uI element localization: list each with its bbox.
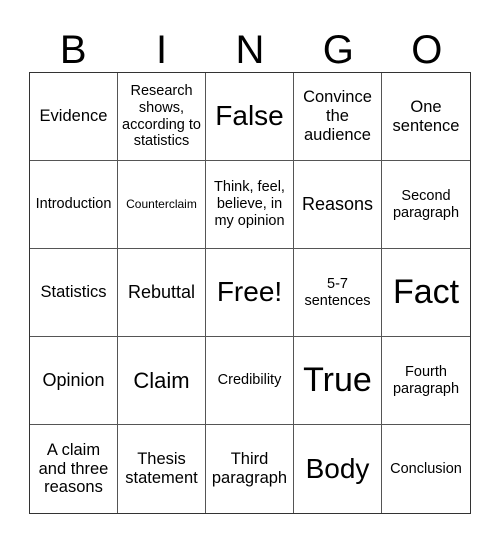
bingo-cell[interactable]: Free!: [206, 249, 294, 337]
bingo-cell[interactable]: Body: [294, 425, 382, 513]
bingo-cell[interactable]: Conclusion: [382, 425, 470, 513]
bingo-cell[interactable]: Opinion: [30, 337, 118, 425]
bingo-cell[interactable]: Claim: [118, 337, 206, 425]
bingo-grid: Evidence Research shows, according to sta…: [29, 72, 471, 514]
bingo-cell[interactable]: Counterclaim: [118, 161, 206, 249]
bingo-cell[interactable]: Thesis statement: [118, 425, 206, 513]
bingo-cell[interactable]: Statistics: [30, 249, 118, 337]
bingo-cell[interactable]: Credibility: [206, 337, 294, 425]
bingo-cell[interactable]: Fourth paragraph: [382, 337, 470, 425]
bingo-cell[interactable]: Reasons: [294, 161, 382, 249]
bingo-cell[interactable]: Research shows, according to statistics: [118, 73, 206, 161]
bingo-cell[interactable]: 5-7 sentences: [294, 249, 382, 337]
bingo-cell[interactable]: Rebuttal: [118, 249, 206, 337]
bingo-cell[interactable]: Introduction: [30, 161, 118, 249]
bingo-cell[interactable]: One sentence: [382, 73, 470, 161]
header-letter-i: I: [156, 28, 168, 72]
bingo-cell[interactable]: Convince the audience: [294, 73, 382, 161]
header-letter-o: O: [411, 28, 443, 72]
bingo-cell[interactable]: Think, feel, believe, in my opinion: [206, 161, 294, 249]
header-letter-n: N: [235, 28, 265, 72]
bingo-cell[interactable]: Third paragraph: [206, 425, 294, 513]
bingo-cell[interactable]: Second paragraph: [382, 161, 470, 249]
bingo-cell[interactable]: True: [294, 337, 382, 425]
header-letter-b: B: [59, 28, 87, 72]
bingo-cell[interactable]: False: [206, 73, 294, 161]
bingo-cell[interactable]: Fact: [382, 249, 470, 337]
bingo-cell[interactable]: Evidence: [30, 73, 118, 161]
bingo-cell[interactable]: A claim and three reasons: [30, 425, 118, 513]
bingo-header: B I N G O: [29, 26, 471, 74]
header-letter-g: G: [322, 28, 354, 72]
